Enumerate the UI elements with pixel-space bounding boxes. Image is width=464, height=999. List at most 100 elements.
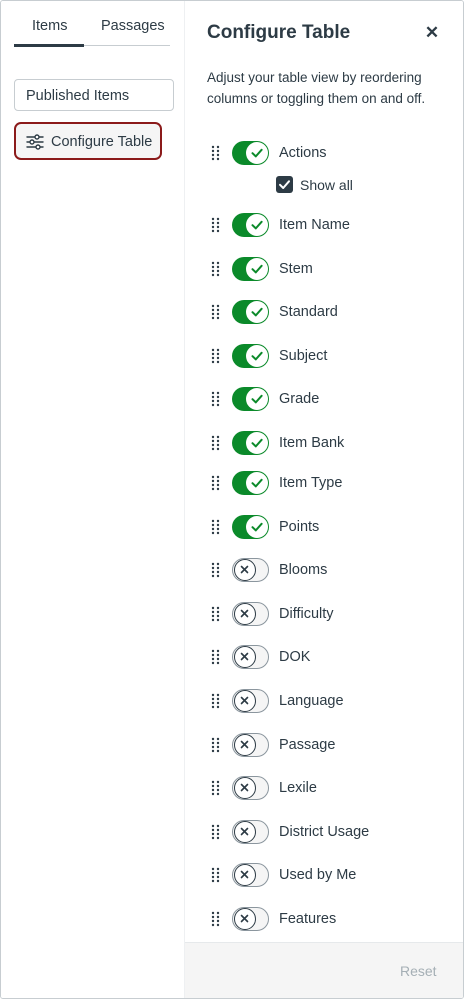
column-label: Subject [279,348,328,364]
column-row: Difficulty [185,599,463,629]
column-row: Used by Me [185,860,463,890]
column-toggle[interactable] [232,141,269,165]
item-list-pane: Items Passages Published Items Configure… [1,1,185,998]
column-row: Language [185,686,463,716]
column-row: Item Name [185,210,463,240]
x-icon [234,646,256,668]
column-label: Item Type [279,475,343,491]
check-icon [246,472,268,494]
x-icon [234,690,256,712]
x-icon [234,864,256,886]
drag-handle-icon[interactable] [211,867,221,883]
drag-handle-icon[interactable] [211,649,221,665]
check-icon [246,388,268,410]
column-row: Item Bank [185,428,463,458]
column-row: Points [185,512,463,542]
drag-handle-icon[interactable] [211,261,221,277]
app-frame: Items Passages Published Items Configure… [0,0,464,999]
column-toggle[interactable] [232,907,269,931]
x-icon [234,734,256,756]
checkmark-icon [279,180,290,189]
drag-handle-icon[interactable] [211,217,221,233]
check-icon [246,258,268,280]
drag-handle-icon[interactable] [211,606,221,622]
tab-passages[interactable]: Passages [101,18,165,34]
column-toggle[interactable] [232,820,269,844]
panel-description: Adjust your table view by reordering col… [207,70,426,106]
column-toggle[interactable] [232,733,269,757]
column-row: Stem [185,254,463,284]
close-icon[interactable]: ✕ [422,23,442,43]
item-status-select[interactable]: Published Items [14,79,174,111]
drag-handle-icon[interactable] [211,824,221,840]
item-status-value: Published Items [26,88,130,104]
drag-handle-icon[interactable] [211,304,221,320]
show-all-label: Show all [300,177,353,193]
column-label: Item Name [279,217,350,233]
check-icon [246,345,268,367]
column-label: Points [279,519,320,535]
column-toggle[interactable] [232,344,269,368]
x-icon [234,777,256,799]
drag-handle-icon[interactable] [211,519,221,535]
x-icon [234,908,256,930]
check-icon [246,142,268,164]
x-icon [234,821,256,843]
tab-divider [84,45,170,46]
column-toggle[interactable] [232,431,269,455]
drag-handle-icon[interactable] [211,911,221,927]
configure-table-button[interactable]: Configure Table [14,122,162,160]
column-toggle[interactable] [232,645,269,669]
x-icon [234,559,256,581]
column-label: Passage [279,737,336,753]
column-label: Difficulty [279,606,334,622]
show-all-checkbox[interactable] [276,176,293,193]
x-icon [234,603,256,625]
tab-items[interactable]: Items [32,18,67,34]
drag-handle-icon[interactable] [211,737,221,753]
column-row: Grade [185,384,463,414]
column-toggle[interactable] [232,776,269,800]
column-toggle[interactable] [232,387,269,411]
drag-handle-icon[interactable] [211,348,221,364]
panel-footer: Reset [185,942,463,998]
column-toggle[interactable] [232,300,269,324]
column-label: DOK [279,649,311,665]
column-toggle[interactable] [232,863,269,887]
column-row: DOK [185,642,463,672]
drag-handle-icon[interactable] [211,145,221,161]
drag-handle-icon[interactable] [211,391,221,407]
column-toggle[interactable] [232,602,269,626]
column-toggle[interactable] [232,558,269,582]
check-icon [246,214,268,236]
column-toggle[interactable] [232,689,269,713]
drag-handle-icon[interactable] [211,780,221,796]
column-row: Blooms [185,555,463,585]
column-row: Actions [185,138,463,168]
drag-handle-icon[interactable] [211,475,221,491]
column-toggle[interactable] [232,515,269,539]
column-toggle[interactable] [232,257,269,281]
column-row: Item Type [185,468,463,498]
reset-button[interactable]: Reset [400,963,437,979]
active-tab-indicator [14,44,84,47]
sliders-icon [26,133,44,151]
drag-handle-icon[interactable] [211,435,221,451]
column-label: Stem [279,261,313,277]
check-icon [246,301,268,323]
column-label: Item Bank [279,435,345,451]
column-row: Standard [185,297,463,327]
column-label: Used by Me [279,867,357,883]
column-label: Lexile [279,780,317,796]
drag-handle-icon[interactable] [211,562,221,578]
drag-handle-icon[interactable] [211,693,221,709]
column-toggle[interactable] [232,213,269,237]
column-label: Blooms [279,562,328,578]
column-row: District Usage [185,817,463,847]
check-icon [246,516,268,538]
column-row: Passage [185,730,463,760]
column-label: Actions [279,145,327,161]
column-row: Features [185,904,463,934]
column-row: Subject [185,341,463,371]
column-toggle[interactable] [232,471,269,495]
